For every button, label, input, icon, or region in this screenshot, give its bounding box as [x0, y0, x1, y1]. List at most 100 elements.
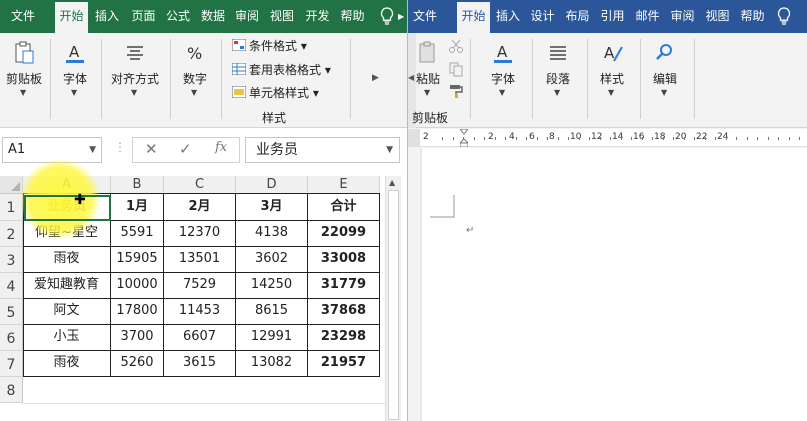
document-page[interactable]: ↵: [422, 148, 807, 421]
excel-tab-home[interactable]: 开始: [55, 2, 88, 33]
row-header-7[interactable]: 7: [0, 351, 23, 377]
chevron-down-icon[interactable]: ▼: [89, 138, 96, 162]
excel-tab-developer[interactable]: 开发: [301, 0, 334, 33]
row-header-4[interactable]: 4: [0, 273, 23, 299]
copy-icon[interactable]: [448, 61, 464, 77]
cell-b2[interactable]: 5591: [111, 221, 164, 247]
tab-scroll-right-icon[interactable]: ▶: [398, 12, 404, 21]
font-group[interactable]: A 字体 ▼: [52, 33, 98, 128]
cell-a4[interactable]: 爱知趣教育: [23, 273, 111, 299]
word-tab-home[interactable]: 开始: [457, 2, 490, 33]
cancel-icon[interactable]: ✕: [145, 140, 158, 158]
format-as-table-button[interactable]: 套用表格格式 ▾: [232, 60, 331, 80]
formula-input[interactable]: 业务员 ▼: [245, 137, 400, 163]
cell-a7[interactable]: 雨夜: [23, 351, 111, 377]
word-tab-references[interactable]: 引用: [596, 0, 629, 33]
word-tab-help[interactable]: 帮助: [736, 0, 769, 33]
cell-b5[interactable]: 17800: [111, 299, 164, 325]
column-header-d[interactable]: D: [236, 176, 308, 194]
cell-c3[interactable]: 13501: [164, 247, 236, 273]
cell-d7[interactable]: 13082: [236, 351, 308, 377]
row-header-5[interactable]: 5: [0, 299, 23, 325]
excel-tab-review[interactable]: 审阅: [231, 0, 263, 33]
column-header-e[interactable]: E: [308, 176, 380, 194]
cell-a1[interactable]: 业务员: [23, 194, 111, 221]
vertical-scrollbar[interactable]: ▲: [385, 176, 401, 421]
tell-me-bulb-icon[interactable]: [380, 7, 394, 25]
word-tab-insert[interactable]: 插入: [492, 0, 524, 33]
formula-bar-grip-icon[interactable]: ⋮: [114, 140, 126, 154]
excel-tab-insert[interactable]: 插入: [90, 0, 124, 33]
word-tab-design[interactable]: 设计: [526, 0, 559, 33]
worksheet-grid[interactable]: ABCDE 12345678 业务员 1月 2月 3月 合计 仰望~星空 5591 12370…: [0, 172, 407, 421]
cell-b7[interactable]: 5260: [111, 351, 164, 377]
insert-function-icon[interactable]: fx: [215, 140, 227, 155]
font-group[interactable]: A 字体 ▼: [480, 33, 526, 128]
cell-d4[interactable]: 14250: [236, 273, 308, 299]
cell-b3[interactable]: 15905: [111, 247, 164, 273]
cut-icon[interactable]: [448, 38, 464, 54]
clipboard-group[interactable]: 剪贴板 ▼: [0, 33, 48, 128]
excel-tab-data[interactable]: 数据: [197, 0, 229, 33]
word-tab-layout[interactable]: 布局: [561, 0, 594, 33]
column-header-b[interactable]: B: [111, 176, 164, 194]
cell-e3[interactable]: 33008: [308, 247, 380, 273]
cell-c5[interactable]: 11453: [164, 299, 236, 325]
cell-c1[interactable]: 2月: [164, 194, 236, 221]
indent-marker-icon[interactable]: [460, 129, 468, 147]
tell-me-bulb-icon[interactable]: [777, 7, 791, 25]
format-painter-icon[interactable]: [448, 83, 464, 99]
word-tab-view[interactable]: 视图: [701, 0, 734, 33]
excel-tab-formula[interactable]: 公式: [162, 0, 194, 33]
name-box[interactable]: A1 ▼: [2, 137, 102, 163]
cell-e7[interactable]: 21957: [308, 351, 380, 377]
paragraph-group[interactable]: 段落 ▼: [535, 33, 581, 128]
cell-d2[interactable]: 4138: [236, 221, 308, 247]
cell-e5[interactable]: 37868: [308, 299, 380, 325]
cell-b1[interactable]: 1月: [111, 194, 164, 221]
enter-icon[interactable]: ✓: [179, 140, 192, 158]
scrollbar-thumb[interactable]: [388, 190, 399, 420]
cell-d6[interactable]: 12991: [236, 325, 308, 351]
cell-e1[interactable]: 合计: [308, 194, 380, 221]
chevron-down-icon[interactable]: ▼: [386, 138, 393, 162]
cell-d1[interactable]: 3月: [236, 194, 308, 221]
horizontal-ruler[interactable]: 2 2 4 6 8 10 12 14 16 18 20 22 24: [420, 129, 807, 147]
column-header-c[interactable]: C: [164, 176, 236, 194]
excel-tab-view[interactable]: 视图: [266, 0, 298, 33]
column-header-a[interactable]: A: [23, 176, 111, 194]
row-header-6[interactable]: 6: [0, 325, 23, 351]
cell-b6[interactable]: 3700: [111, 325, 164, 351]
row-header-2[interactable]: 2: [0, 221, 23, 247]
number-group[interactable]: % 数字 ▼: [172, 33, 218, 128]
cell-a2[interactable]: 仰望~星空: [23, 221, 111, 247]
conditional-format-button[interactable]: 条件格式 ▾: [232, 36, 307, 56]
cell-d3[interactable]: 3602: [236, 247, 308, 273]
excel-tab-file[interactable]: 文件: [0, 0, 46, 33]
row-header-8[interactable]: 8: [0, 377, 23, 403]
cell-c2[interactable]: 12370: [164, 221, 236, 247]
cell-a3[interactable]: 雨夜: [23, 247, 111, 273]
cell-c6[interactable]: 6607: [164, 325, 236, 351]
cell-b4[interactable]: 10000: [111, 273, 164, 299]
styles-group[interactable]: A 样式 ▼: [589, 33, 635, 128]
cell-a5[interactable]: 阿文: [23, 299, 111, 325]
row-header-1[interactable]: 1: [0, 194, 23, 221]
cell-e6[interactable]: 23298: [308, 325, 380, 351]
cell-d5[interactable]: 8615: [236, 299, 308, 325]
excel-tab-page[interactable]: 页面: [127, 0, 160, 33]
excel-tab-help[interactable]: 帮助: [336, 0, 369, 33]
cell-c7[interactable]: 3615: [164, 351, 236, 377]
alignment-group[interactable]: 对齐方式 ▼: [103, 33, 167, 128]
word-tab-mailings[interactable]: 邮件: [631, 0, 664, 33]
word-tab-file[interactable]: 文件: [408, 0, 442, 33]
ribbon-more-icon[interactable]: ▶: [372, 73, 379, 83]
select-all-button[interactable]: [0, 176, 23, 194]
cell-c4[interactable]: 7529: [164, 273, 236, 299]
scroll-up-icon[interactable]: ▲: [389, 178, 395, 187]
cell-e4[interactable]: 31779: [308, 273, 380, 299]
cell-e2[interactable]: 22099: [308, 221, 380, 247]
cell-styles-button[interactable]: 单元格样式 ▾: [232, 83, 319, 103]
cell-a6[interactable]: 小玉: [23, 325, 111, 351]
word-tab-review[interactable]: 审阅: [666, 0, 699, 33]
